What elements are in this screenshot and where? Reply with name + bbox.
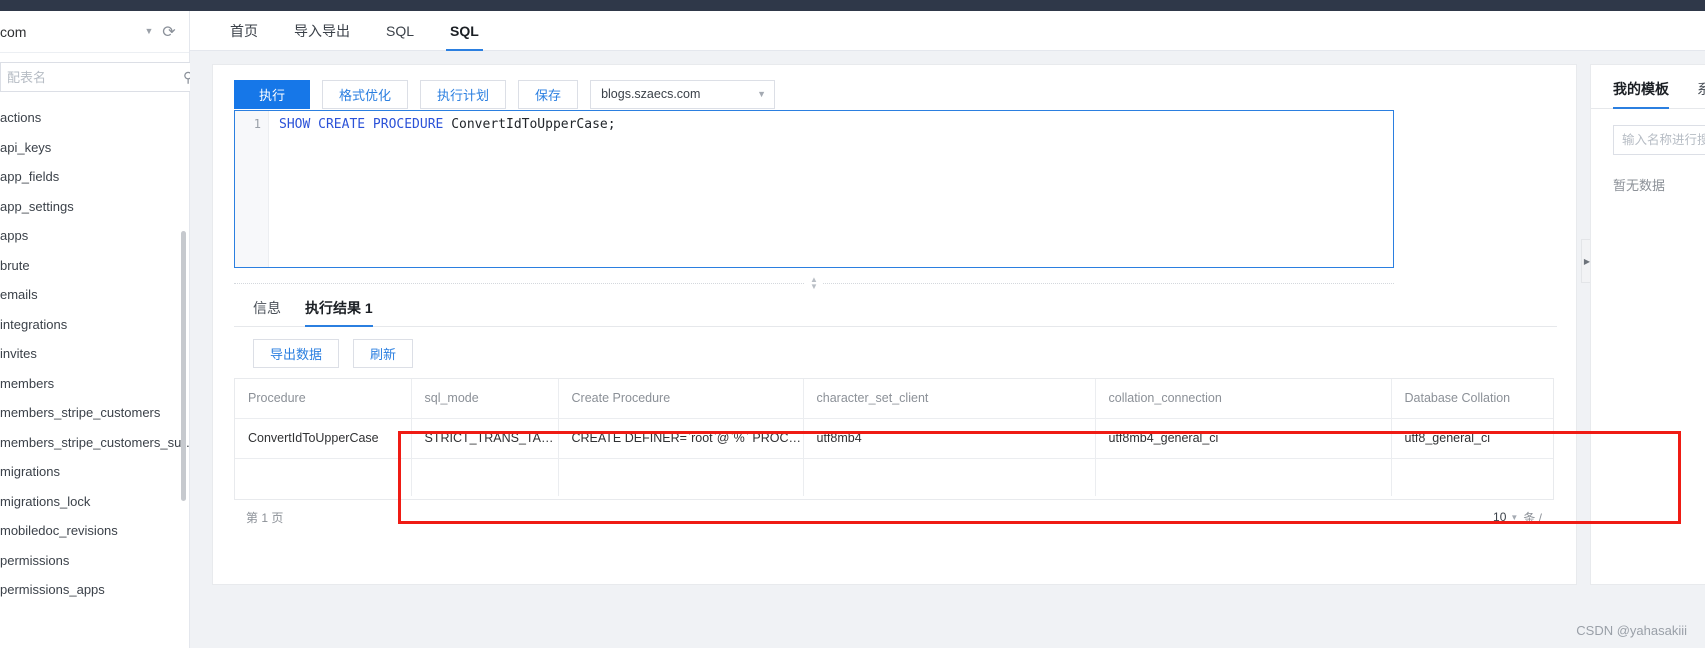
per-page-suffix: 条 / xyxy=(1523,510,1542,525)
template-panel: 我的模板 系统模板 暂无数据 xyxy=(1590,64,1705,585)
cell-collation-connection[interactable]: utf8mb4_general_ci xyxy=(1095,418,1392,459)
tab-sql-2[interactable]: SQL xyxy=(432,11,497,51)
template-tabbar: 我的模板 系统模板 xyxy=(1591,65,1705,109)
refresh-result-button[interactable]: 刷新 xyxy=(353,339,414,368)
column-header-database-collation[interactable]: Database Collation xyxy=(1391,379,1553,419)
table-search-input[interactable] xyxy=(7,69,183,85)
table-list-item[interactable]: permissions_apps xyxy=(0,575,189,605)
sql-editor[interactable]: 1 SHOW CREATE PROCEDURE ConvertIdToUpper… xyxy=(234,110,1394,268)
pagination-bar: 第 1 页 10 ▼ 条 / xyxy=(234,502,1554,532)
sidebar-search-row: ⚲ + xyxy=(0,53,223,101)
main-area: 执行 格式优化 执行计划 保存 blogs.szaecs.com ▼ 1 SHO… xyxy=(190,51,1705,648)
chevron-down-icon[interactable]: ▼ xyxy=(141,27,157,36)
column-header-create-procedure[interactable]: Create Procedure xyxy=(558,379,804,419)
column-header-procedure[interactable]: Procedure xyxy=(235,379,412,419)
page-size-area: 10 ▼ 条 / xyxy=(1493,509,1542,526)
template-search-input[interactable] xyxy=(1622,133,1705,147)
cell-character-set-client[interactable]: utf8mb4 xyxy=(803,418,1096,459)
sidebar: com ▼ ⟳ ⚲ + actions api_keys app_fields … xyxy=(0,11,223,648)
table-list-item[interactable]: app_settings xyxy=(0,192,189,222)
table-list-item[interactable]: integrations xyxy=(0,310,189,340)
cell-procedure[interactable]: ConvertIdToUpperCase xyxy=(235,418,412,459)
top-dark-strip-left xyxy=(0,0,190,11)
sidebar-scrollbar[interactable] xyxy=(181,231,186,501)
tab-home[interactable]: 首页 xyxy=(212,11,276,50)
sql-keywords: SHOW CREATE PROCEDURE xyxy=(279,117,444,132)
main-tabbar: 首页 导入导出 SQL SQL xyxy=(190,11,1705,51)
table-list-item[interactable]: emails xyxy=(0,280,189,310)
table-list: actions api_keys app_fields app_settings… xyxy=(0,103,189,648)
table-header-row: Procedure sql_mode Create Procedure char… xyxy=(235,379,1553,419)
editor-splitter[interactable]: ▲ ▼ xyxy=(234,275,1394,291)
column-header-collation-connection[interactable]: collation_connection xyxy=(1095,379,1392,419)
format-button[interactable]: 格式优化 xyxy=(322,79,409,109)
page-size-value: 10 xyxy=(1493,510,1507,524)
table-list-item[interactable]: actions xyxy=(0,103,189,133)
save-button[interactable]: 保存 xyxy=(518,79,579,109)
page-indicator: 第 1 页 xyxy=(246,510,284,525)
result-toolbar: 导出数据 刷新 xyxy=(234,339,414,368)
table-row[interactable]: ConvertIdToUpperCase STRICT_TRANS_TABL… … xyxy=(235,418,1553,459)
database-select[interactable]: blogs.szaecs.com ▼ xyxy=(590,79,776,109)
table-list-item[interactable]: app_fields xyxy=(0,162,189,192)
tab-system-templates[interactable]: 系统模板 xyxy=(1697,79,1705,108)
export-data-button[interactable]: 导出数据 xyxy=(253,339,340,368)
table-list-item[interactable]: mobiledoc_revisions xyxy=(0,516,189,546)
cell-sql-mode[interactable]: STRICT_TRANS_TABL… xyxy=(411,418,559,459)
tab-info[interactable]: 信息 xyxy=(253,298,281,326)
column-header-character-set-client[interactable]: character_set_client xyxy=(803,379,1096,419)
table-search[interactable]: ⚲ xyxy=(0,62,203,92)
tab-sql-1[interactable]: SQL xyxy=(368,11,432,50)
table-list-item[interactable]: migrations xyxy=(0,457,189,487)
template-empty-text: 暂无数据 xyxy=(1613,178,1666,193)
page-size-select[interactable]: 10 ▼ xyxy=(1493,510,1518,524)
sql-editor-card: 执行 格式优化 执行计划 保存 blogs.szaecs.com ▼ 1 SHO… xyxy=(212,64,1577,585)
table-list-item[interactable]: permissions xyxy=(0,546,189,576)
result-tabbar: 信息 执行结果 1 xyxy=(234,293,1557,327)
template-search[interactable] xyxy=(1613,125,1705,155)
table-list-item[interactable]: migrations_lock xyxy=(0,487,189,517)
chevron-down-icon: ▼ xyxy=(1510,512,1519,522)
execute-button[interactable]: 执行 xyxy=(234,79,311,109)
table-list-item[interactable]: members_stripe_customers xyxy=(0,398,189,428)
table-list-item[interactable]: brute xyxy=(0,251,189,281)
sql-statement-rest: ConvertIdToUpperCase; xyxy=(443,117,616,132)
table-list-item[interactable]: members xyxy=(0,369,189,399)
app-root: com ▼ ⟳ ⚲ + actions api_keys app_fields … xyxy=(0,0,1705,648)
editor-gutter: 1 xyxy=(235,111,269,267)
result-table: Procedure sql_mode Create Procedure char… xyxy=(235,379,1553,496)
table-empty-row xyxy=(235,458,1553,496)
table-list-item[interactable]: api_keys xyxy=(0,133,189,163)
connection-selector[interactable]: com ▼ ⟳ xyxy=(0,11,189,53)
result-table-wrapper: Procedure sql_mode Create Procedure char… xyxy=(234,378,1554,500)
database-select-value: blogs.szaecs.com xyxy=(601,87,701,101)
cell-database-collation[interactable]: utf8_general_ci xyxy=(1391,418,1553,459)
table-list-item[interactable]: invites xyxy=(0,339,189,369)
tab-my-templates[interactable]: 我的模板 xyxy=(1613,79,1669,109)
splitter-handle[interactable]: ▲ ▼ xyxy=(805,276,823,291)
connection-name: com xyxy=(0,23,27,40)
watermark: CSDN @yahasakiii xyxy=(1576,623,1687,638)
cell-create-procedure[interactable]: CREATE DEFINER=`root`@`%` PROCEDU… xyxy=(558,418,804,459)
chevron-down-icon: ▼ xyxy=(757,89,767,99)
tab-result-1[interactable]: 执行结果 1 xyxy=(305,298,373,327)
refresh-icon[interactable]: ⟳ xyxy=(157,22,181,42)
top-dark-strip-right xyxy=(190,0,1705,11)
column-header-sql-mode[interactable]: sql_mode xyxy=(411,379,559,419)
tab-import-export[interactable]: 导入导出 xyxy=(276,11,368,50)
table-list-item[interactable]: apps xyxy=(0,221,189,251)
table-list-item[interactable]: members_stripe_customers_su… xyxy=(0,428,189,458)
editor-code[interactable]: SHOW CREATE PROCEDURE ConvertIdToUpperCa… xyxy=(269,111,1393,267)
execution-plan-button[interactable]: 执行计划 xyxy=(420,79,507,109)
